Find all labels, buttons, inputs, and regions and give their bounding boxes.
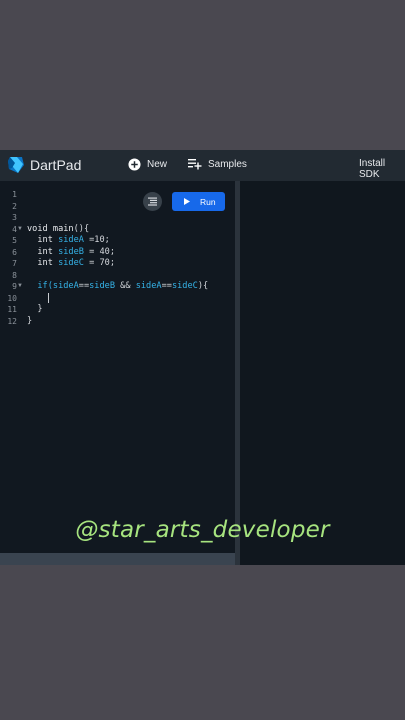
run-button-label: Run: [200, 196, 216, 207]
code-editor[interactable]: 1 2 3 4 ▼ 5 6 7 8 9 ▼ 10 11 12 void main…: [0, 181, 235, 553]
line-number: 5: [12, 236, 17, 245]
variable: sideA: [135, 281, 162, 291]
keyword-if: if(: [37, 281, 53, 291]
line-number: 12: [7, 316, 17, 326]
text-cursor: [47, 292, 49, 303]
editor-status-bar: [0, 553, 235, 565]
variable: sideB: [58, 246, 84, 257]
format-icon: [148, 197, 157, 206]
code-line-4: void main(){: [27, 224, 208, 236]
dartpad-window: DartPad New Samples Install SDK 1 2 3 4 …: [0, 150, 405, 565]
variable: sideC: [171, 281, 198, 291]
punctuation: ){: [197, 281, 209, 291]
app-header: DartPad New Samples Install SDK: [0, 150, 405, 181]
variable: sideA: [52, 281, 79, 291]
code-line-10: [27, 292, 208, 305]
code-line-11: }: [27, 304, 208, 316]
type: int: [37, 235, 53, 245]
punctuation: }: [37, 304, 43, 314]
new-button-label: New: [147, 159, 168, 170]
code-text: = 70;: [83, 258, 115, 268]
line-gutter: 1 2 3 4 ▼ 5 6 7 8 9 ▼ 10 11 12: [0, 181, 24, 553]
punctuation: (){: [73, 223, 90, 234]
type: int: [37, 258, 53, 268]
punctuation: }: [27, 315, 33, 326]
fold-arrow-icon[interactable]: ▼: [17, 224, 23, 236]
line-number: 2: [12, 201, 17, 211]
line-number: 3: [12, 213, 17, 222]
code-line-12: }: [27, 316, 208, 328]
operator: ==: [78, 281, 90, 291]
playlist-add-icon: [188, 159, 202, 170]
fold-arrow-icon[interactable]: ▼: [17, 281, 23, 293]
samples-button-label: Samples: [208, 158, 247, 170]
app-title: DartPad: [30, 157, 82, 173]
new-button[interactable]: New: [128, 158, 167, 171]
dart-logo-icon[interactable]: [6, 155, 26, 175]
install-sdk-label: Install SDK: [359, 158, 386, 180]
line-number: 9: [12, 282, 17, 291]
code-line-9: if(sideA==sideB && sideA==sideC){: [27, 281, 208, 293]
operator: ==: [161, 281, 172, 291]
samples-button[interactable]: Samples: [188, 158, 247, 170]
function-name: main: [52, 223, 74, 234]
code-text: =10;: [83, 235, 110, 245]
run-button[interactable]: Run: [172, 192, 225, 211]
line-number: 4: [12, 224, 17, 234]
line-number: 10: [7, 293, 17, 303]
line-number: 7: [12, 259, 17, 268]
code-line-7: int sideC = 70;: [27, 258, 208, 270]
variable: sideB: [89, 281, 115, 291]
type: int: [37, 246, 53, 257]
format-button[interactable]: [143, 192, 162, 211]
output-panel: [240, 181, 405, 565]
install-sdk-link[interactable]: Install SDK: [359, 158, 405, 180]
code-line-5: int sideA =10;: [27, 235, 208, 247]
line-number: 6: [12, 247, 17, 257]
code-line-6: int sideB = 40;: [27, 247, 208, 259]
operator: &&: [115, 281, 136, 291]
add-circle-icon: [128, 158, 141, 171]
play-icon: [184, 198, 190, 205]
variable: sideA: [58, 235, 84, 245]
line-number: 8: [12, 270, 17, 280]
line-number: 11: [7, 305, 17, 314]
variable: sideC: [58, 258, 84, 268]
code-text: = 40;: [83, 246, 115, 257]
keyword: void: [27, 223, 48, 234]
line-number: 1: [12, 190, 17, 199]
watermark-text: @star_arts_developer: [75, 517, 330, 543]
